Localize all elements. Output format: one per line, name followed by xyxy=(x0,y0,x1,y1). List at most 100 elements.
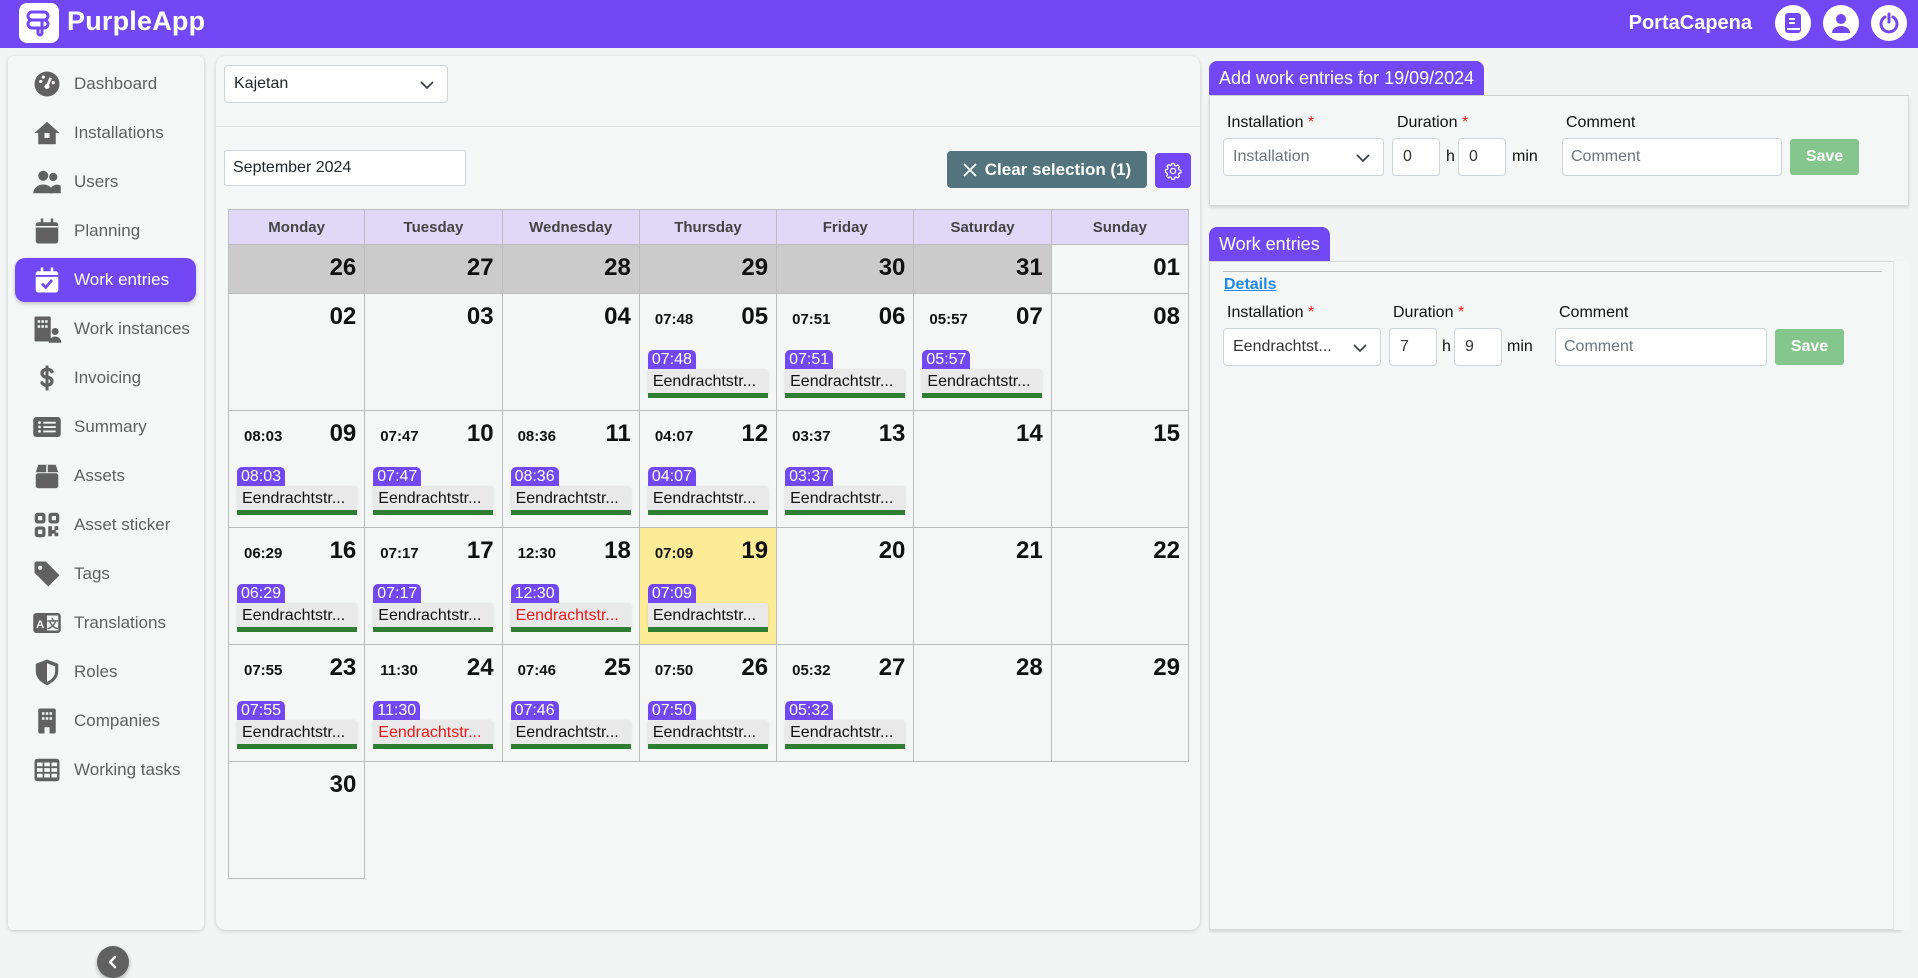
entry-status-bar xyxy=(647,393,768,398)
clear-selection-button[interactable]: Clear selection (1) xyxy=(947,151,1147,188)
sidebar-item-invoicing[interactable]: Invoicing xyxy=(15,356,196,400)
work-entry-chip[interactable]: 07:51 Eendrachtstr... xyxy=(785,350,906,398)
calendar-day[interactable]: 29 xyxy=(1051,645,1189,762)
entry-comment-input[interactable]: Comment xyxy=(1555,328,1767,366)
calendar-week-row: 30 xyxy=(228,762,1189,879)
calendar-day[interactable]: 04 xyxy=(502,294,640,411)
work-entry-chip[interactable]: 05:32 Eendrachtstr... xyxy=(785,701,906,749)
calendar-day[interactable]: 03 xyxy=(365,294,503,411)
book-icon[interactable] xyxy=(1775,5,1811,41)
work-entry-chip[interactable]: 07:47 Eendrachtstr... xyxy=(373,467,494,515)
calendar-week-row: 23 07:55 07:55 Eendrachtstr... 24 11:30 11:30 E… xyxy=(228,645,1189,762)
sidebar-item-work-instances[interactable]: Work instances xyxy=(15,307,196,351)
duration-label: Duration * xyxy=(1393,304,1464,322)
calendar-day[interactable]: 10 07:47 07:47 Eendrachtstr... xyxy=(365,411,503,528)
calendar-day[interactable]: 16 06:29 06:29 Eendrachtstr... xyxy=(228,528,366,645)
calendar-day[interactable]: 06 07:51 07:51 Eendrachtstr... xyxy=(777,294,915,411)
work-entry-chip[interactable]: 11:30 Eendrachtstr... xyxy=(373,701,494,749)
calendar-day[interactable]: 17 07:17 07:17 Eendrachtstr... xyxy=(365,528,503,645)
installation-select[interactable]: Installation xyxy=(1223,138,1384,176)
calendar-day[interactable]: 28 xyxy=(914,645,1052,762)
calendar-day[interactable]: 30 xyxy=(777,245,915,294)
month-picker-input[interactable]: September 2024 xyxy=(224,150,466,186)
details-link[interactable]: Details xyxy=(1224,276,1276,294)
sidebar-item-dashboard[interactable]: Dashboard xyxy=(15,62,196,106)
sidebar-item-asset-sticker[interactable]: Asset sticker xyxy=(15,503,196,547)
app-name[interactable]: PurpleApp xyxy=(67,6,205,37)
sidebar-item-label: Invoicing xyxy=(74,368,142,387)
work-entry-chip[interactable]: 07:48 Eendrachtstr... xyxy=(647,350,768,398)
calendar-day[interactable]: 15 xyxy=(1051,411,1189,528)
sidebar-item-companies[interactable]: Companies xyxy=(15,699,196,743)
entry-installation-name: Eendrachtstr... xyxy=(510,720,631,744)
sidebar-item-users[interactable]: Users xyxy=(15,160,196,204)
power-icon[interactable] xyxy=(1871,5,1907,41)
calendar-day[interactable]: 07 05:57 05:57 Eendrachtstr... xyxy=(914,294,1052,411)
calendar-day[interactable]: 28 xyxy=(502,245,640,294)
calendar-day[interactable]: 09 08:03 08:03 Eendrachtstr... xyxy=(228,411,366,528)
calendar-day[interactable]: 20 xyxy=(777,528,915,645)
work-entry-chip[interactable]: 07:46 Eendrachtstr... xyxy=(510,701,631,749)
calendar-day[interactable]: 18 12:30 12:30 Eendrachtstr... xyxy=(502,528,640,645)
work-entry-chip[interactable]: 07:17 Eendrachtstr... xyxy=(373,584,494,632)
calendar-day[interactable]: 11 08:36 08:36 Eendrachtstr... xyxy=(502,411,640,528)
sidebar-item-assets[interactable]: Assets xyxy=(15,454,196,498)
day-number: 01 xyxy=(1153,254,1180,281)
calendar-day[interactable]: 27 05:32 05:32 Eendrachtstr... xyxy=(777,645,915,762)
entry-minutes-input[interactable]: 9 xyxy=(1454,328,1502,366)
calendar-day[interactable]: 02 xyxy=(228,294,366,411)
entry-hours-input[interactable]: 7 xyxy=(1389,328,1437,366)
calendar-day[interactable]: 05 07:48 07:48 Eendrachtstr... xyxy=(639,294,778,411)
user-select[interactable]: Kajetan xyxy=(224,65,448,103)
work-entry-chip[interactable]: 07:55 Eendrachtstr... xyxy=(237,701,357,749)
sidebar-item-work-entries[interactable]: Work entries xyxy=(15,258,196,302)
app-logo-icon[interactable] xyxy=(19,3,59,43)
calendar-day[interactable]: 08 xyxy=(1051,294,1189,411)
work-entry-chip[interactable]: 08:36 Eendrachtstr... xyxy=(510,467,631,515)
save-button[interactable]: Save xyxy=(1790,139,1859,175)
calendar-day[interactable]: 26 xyxy=(228,245,366,294)
work-entry-chip[interactable]: 12:30 Eendrachtstr... xyxy=(510,584,631,632)
work-entry-chip[interactable]: 06:29 Eendrachtstr... xyxy=(237,584,357,632)
user-icon[interactable] xyxy=(1823,5,1859,41)
day-number: 28 xyxy=(1015,654,1043,681)
collapse-sidebar-button[interactable] xyxy=(97,946,129,978)
calendar-settings-button[interactable] xyxy=(1155,153,1191,188)
work-entry-chip[interactable]: 03:37 Eendrachtstr... xyxy=(785,467,906,515)
work-entry-chip[interactable]: 07:50 Eendrachtstr... xyxy=(647,701,768,749)
work-entry-chip[interactable]: 08:03 Eendrachtstr... xyxy=(237,467,357,515)
sidebar-item-planning[interactable]: Planning xyxy=(15,209,196,253)
calendar-day[interactable]: 30 xyxy=(228,762,366,879)
hours-input[interactable]: 0 xyxy=(1392,138,1440,176)
day-number: 24 xyxy=(466,654,494,681)
sidebar-item-tags[interactable]: Tags xyxy=(15,552,196,596)
sidebar-item-working-tasks[interactable]: Working tasks xyxy=(15,748,196,792)
scrollbar[interactable] xyxy=(1893,261,1909,930)
calendar-day-selected[interactable]: 19 07:09 07:09 Eendrachtstr... xyxy=(639,528,778,645)
minutes-input[interactable]: 0 xyxy=(1458,138,1506,176)
comment-input[interactable]: Comment xyxy=(1562,138,1782,176)
calendar-day[interactable]: 23 07:55 07:55 Eendrachtstr... xyxy=(228,645,366,762)
calendar-day[interactable]: 25 07:46 07:46 Eendrachtstr... xyxy=(502,645,640,762)
sidebar-item-translations[interactable]: A 文 Translations xyxy=(15,601,196,645)
day-total-hours: 08:36 xyxy=(517,428,556,445)
work-entry-chip[interactable]: 07:09 Eendrachtstr... xyxy=(647,584,768,632)
entry-installation-select[interactable]: Eendrachtst... xyxy=(1223,328,1381,366)
calendar-day[interactable]: 26 07:50 07:50 Eendrachtstr... xyxy=(639,645,778,762)
sidebar-item-installations[interactable]: Installations xyxy=(15,111,196,155)
sidebar-item-summary[interactable]: Summary xyxy=(15,405,196,449)
calendar-day[interactable]: 14 xyxy=(914,411,1052,528)
work-entry-chip[interactable]: 05:57 Eendrachtstr... xyxy=(922,350,1043,398)
calendar-day[interactable]: 21 xyxy=(914,528,1052,645)
calendar-day[interactable]: 31 xyxy=(914,245,1052,294)
work-entry-chip[interactable]: 04:07 Eendrachtstr... xyxy=(647,467,768,515)
calendar-day[interactable]: 01 xyxy=(1051,245,1189,294)
calendar-day[interactable]: 29 xyxy=(639,245,778,294)
sidebar-item-roles[interactable]: Roles xyxy=(15,650,196,694)
calendar-day[interactable]: 13 03:37 03:37 Eendrachtstr... xyxy=(777,411,915,528)
calendar-day[interactable]: 27 xyxy=(365,245,503,294)
calendar-day[interactable]: 24 11:30 11:30 Eendrachtstr... xyxy=(365,645,503,762)
calendar-day[interactable]: 12 04:07 04:07 Eendrachtstr... xyxy=(639,411,778,528)
entry-save-button[interactable]: Save xyxy=(1775,329,1844,365)
calendar-day[interactable]: 22 xyxy=(1051,528,1189,645)
